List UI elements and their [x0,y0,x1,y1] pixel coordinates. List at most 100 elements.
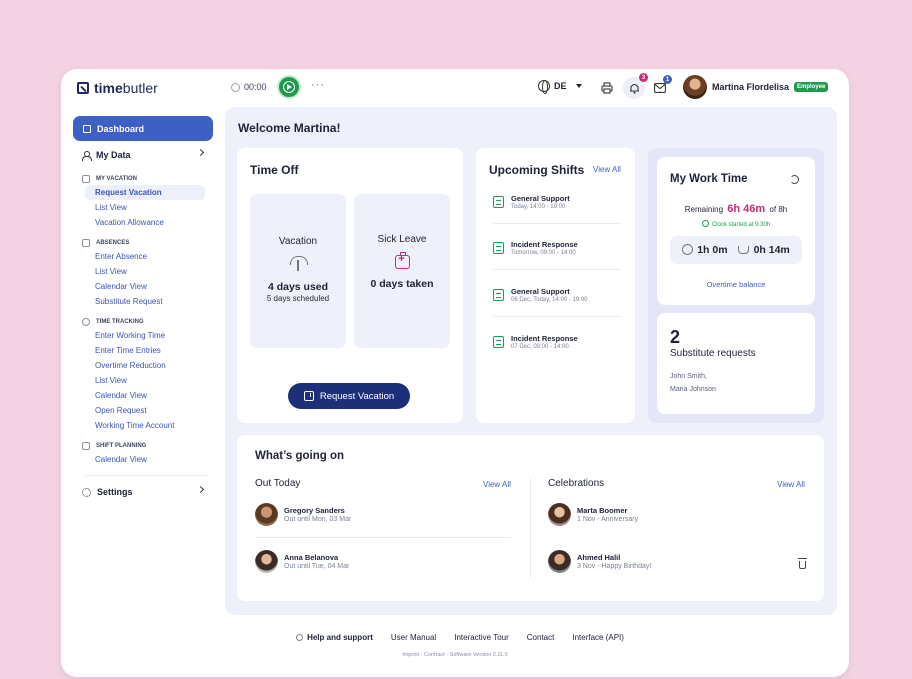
sidebar-item-vacation-allowance[interactable]: Vacation Allowance [73,215,213,230]
contact-link[interactable]: Contact [527,633,555,642]
sick-taken: 0 days taken [370,278,434,290]
user-icon [82,150,92,161]
shift-item[interactable]: General Support Today, 14:00 - 19:00 [493,194,621,210]
break-value: 0h 14m [753,244,790,256]
globe-icon [538,80,550,94]
substitute-name: John Smith, [670,373,707,380]
vacation-tile[interactable]: Vacation 4 days used 5 days scheduled [250,194,346,348]
timer-display: 00:00 [231,82,267,92]
user-profile-menu[interactable]: Martina Flordelisa Employee [683,75,829,99]
sidebar-item-working-time-account[interactable]: Working Time Account [73,418,213,433]
printer-icon [601,82,613,94]
sidebar-item-enter-time-entries[interactable]: Enter Time Entries [73,343,213,358]
divider [493,316,621,317]
shift-item[interactable]: Incident Response Tomorrow, 09:00 - 14:0… [493,240,621,256]
footer: Help and support User Manual Interactive… [61,633,849,658]
help-support-link[interactable]: Help and support [296,633,373,642]
user-name: Martina Flordelisa [712,82,790,92]
divider [493,269,621,270]
timebutler-logo[interactable]: timebutler [77,80,158,96]
substitute-requests-card[interactable]: 2 Substitute requests John Smith, Maria … [657,313,815,414]
substitute-count: 2 [670,327,681,347]
shift-icon [493,336,504,348]
clock-icon [82,318,90,326]
download-icon [303,391,314,401]
chevron-right-icon [196,485,205,494]
sidebar-item-overtime-reduction[interactable]: Overtime Reduction [73,358,213,373]
vacation-scheduled: 5 days scheduled [266,294,330,303]
clock-started-text: Clock started at 9.30h [657,220,815,228]
interactive-tour-link[interactable]: Interactive Tour [454,633,509,642]
api-link[interactable]: Interface (API) [572,633,624,642]
card-title: What’s going on [255,450,345,462]
calendar-icon [82,442,90,450]
sidebar-item-settings[interactable]: Settings [73,480,213,504]
person-name: Anna Belanova [284,553,339,562]
sidebar-item-enter-absence[interactable]: Enter Absence [73,249,213,264]
messages-button[interactable]: 1 [651,75,672,97]
sick-leave-tile[interactable]: Sick Leave 0 days taken [354,194,450,348]
work-time-summary: 1h 0m 0h 14m [670,236,802,264]
person-detail: 1 Nov - Anniversary [577,516,639,523]
person-detail: Out until Mon, 03 Mar [284,516,352,523]
notifications-button[interactable]: 3 [623,73,648,99]
refresh-icon[interactable] [790,175,799,184]
person-name: Ahmed Halil [577,553,621,562]
request-vacation-button[interactable]: Request Vacation [288,383,410,409]
divider [493,223,621,224]
sidebar-item-vacation-list[interactable]: List View [73,200,213,215]
palm-tree-icon [290,255,308,271]
sidebar-item-absence-calendar[interactable]: Calendar View [73,279,213,294]
break-time: 0h 14m [737,244,790,256]
footer-fine-print: Imprint · Contract · Software Version 2.… [402,652,508,658]
avatar [548,550,571,573]
substitute-names: John Smith, Maria Johnson [670,370,716,396]
user-manual-link[interactable]: User Manual [391,633,436,642]
sidebar-item-substitute-request[interactable]: Substitute Request [73,294,213,309]
home-icon [83,124,91,133]
card-title: My Work Time [670,173,748,185]
sidebar-item-time-calendar[interactable]: Calendar View [73,388,213,403]
sidebar-item-shift-calendar[interactable]: Calendar View [73,452,213,467]
sidebar-item-my-data[interactable]: My Data [73,143,213,167]
list-item[interactable]: Ahmed Halil 3 Nov - Happy Birthday! [548,550,651,573]
more-menu-button[interactable]: ··· [311,79,325,91]
work-time-card: My Work Time Remaining 6h 46m of 8h Cloc… [657,157,815,305]
sidebar-item-request-vacation[interactable]: Request Vacation [85,185,205,200]
trash-icon[interactable] [798,558,807,569]
card-title: Time Off [250,163,299,177]
top-bar: timebutler 00:00 ··· DE 3 1 Martina Flor… [61,69,849,109]
divider [255,537,511,538]
gear-icon [82,487,91,497]
substitute-name: Maria Johnson [670,386,716,393]
start-clock-button[interactable] [279,77,299,97]
shifts-view-all-link[interactable]: View All [593,165,621,174]
list-item[interactable]: Marta Boomer 1 Nov - Anniversary [548,503,638,526]
footer-links: Help and support User Manual Interactive… [71,633,849,642]
shift-item[interactable]: Incident Response 07 Dec, 09:00 - 14:00 [493,334,621,350]
shift-item[interactable]: General Support 06 Dec, Today, 14:00 - 1… [493,287,621,303]
play-icon [283,81,295,93]
remaining-total: of 8h [769,205,788,214]
overtime-balance-link[interactable]: Overtime balance [657,280,815,289]
sidebar-item-open-request[interactable]: Open Request [73,403,213,418]
sidebar-item-dashboard[interactable]: Dashboard [73,116,213,141]
shift-icon [493,196,504,208]
sidebar-item-time-list[interactable]: List View [73,373,213,388]
sidebar-item-enter-working-time[interactable]: Enter Working Time [73,328,213,343]
list-item[interactable]: Gregory Sanders Out until Mon, 03 Mar [255,503,351,526]
list-item[interactable]: Anna Belanova Out until Tue, 04 Mar [255,550,349,573]
app-window: timebutler 00:00 ··· DE 3 1 Martina Flor… [61,69,849,677]
section-shift-planning: SHIFT PLANNING [73,440,213,452]
logo-mark-icon [77,82,89,94]
celebrations-view-all-link[interactable]: View All [777,480,805,489]
shift-name: Incident Response [511,240,578,249]
language-selector[interactable]: DE [538,80,582,94]
out-today-view-all-link[interactable]: View All [483,480,511,489]
printer-button[interactable] [598,79,616,97]
divider [530,478,531,578]
sidebar-item-absence-list[interactable]: List View [73,264,213,279]
vacation-used: 4 days used [267,281,329,293]
page-title: Welcome Martina! [238,121,341,135]
avatar [255,550,278,573]
